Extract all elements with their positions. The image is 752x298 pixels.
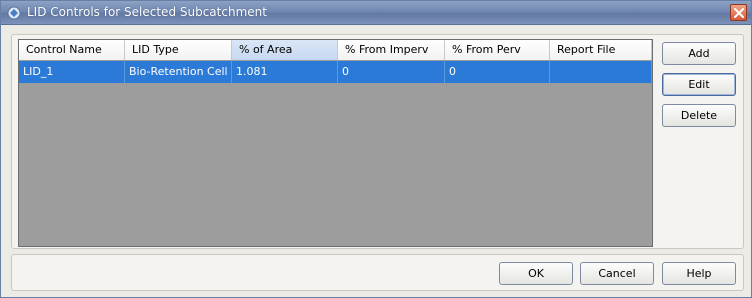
column-header-from-perv[interactable]: % From Perv	[445, 40, 550, 60]
grid-header: Control Name LID Type % of Area % From I…	[19, 40, 652, 60]
column-header-report-file[interactable]: Report File	[550, 40, 652, 60]
window-title: LID Controls for Selected Subcatchment	[27, 5, 267, 19]
main-panel: Control Name LID Type % of Area % From I…	[11, 34, 744, 249]
column-header-from-imperv[interactable]: % From Imperv	[338, 40, 445, 60]
table-row[interactable]: LID_1 Bio-Retention Cell 1.081 0 0	[19, 61, 652, 83]
bottom-button-panel: OK Cancel Help	[11, 254, 744, 291]
cell-report-file[interactable]	[550, 61, 652, 83]
close-icon	[734, 8, 744, 18]
column-header-percent-area[interactable]: % of Area	[232, 40, 338, 60]
close-button[interactable]	[730, 4, 747, 21]
cell-percent-area[interactable]: 1.081	[232, 61, 338, 83]
help-button[interactable]: Help	[662, 262, 736, 285]
cell-control-name[interactable]: LID_1	[19, 61, 125, 83]
column-header-control-name[interactable]: Control Name	[19, 40, 125, 60]
cell-from-imperv[interactable]: 0	[338, 61, 445, 83]
app-icon	[7, 6, 21, 20]
dialog-client-area: Control Name LID Type % of Area % From I…	[1, 26, 751, 297]
delete-button[interactable]: Delete	[662, 104, 736, 127]
cancel-button[interactable]: Cancel	[580, 262, 654, 285]
add-button[interactable]: Add	[662, 42, 736, 65]
column-header-lid-type[interactable]: LID Type	[125, 40, 232, 60]
title-bar[interactable]: LID Controls for Selected Subcatchment	[1, 1, 751, 25]
edit-button[interactable]: Edit	[662, 73, 736, 96]
lid-controls-dialog: LID Controls for Selected Subcatchment C…	[0, 0, 752, 298]
cell-lid-type[interactable]: Bio-Retention Cell	[125, 61, 232, 83]
lid-controls-grid[interactable]: Control Name LID Type % of Area % From I…	[18, 39, 653, 247]
cell-from-perv[interactable]: 0	[445, 61, 550, 83]
ok-button[interactable]: OK	[499, 262, 573, 285]
